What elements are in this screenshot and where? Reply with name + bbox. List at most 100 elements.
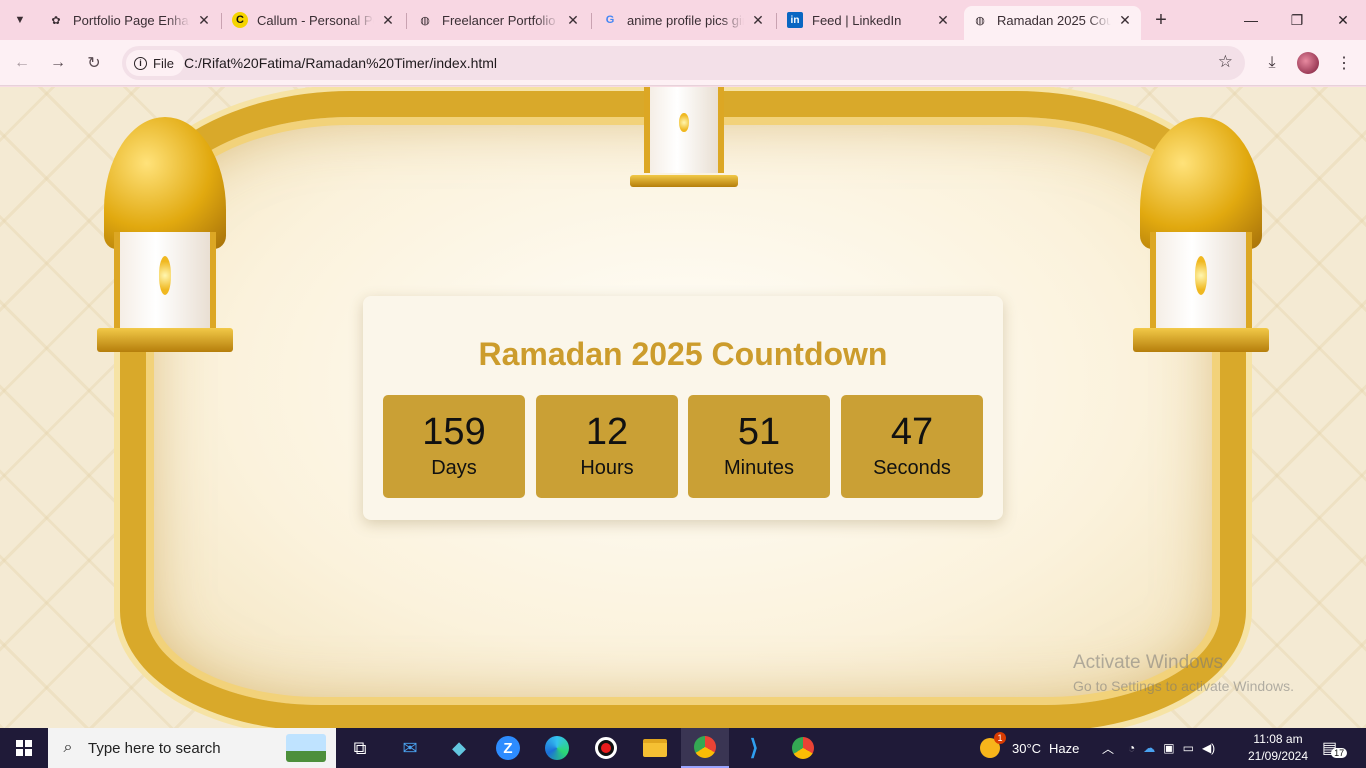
tab-linkedin[interactable]: in Feed | LinkedIn ✕ — [779, 6, 959, 34]
downloads-button[interactable]: ⤓ — [1260, 51, 1284, 75]
tab-title: Freelancer Portfolio — [442, 12, 556, 28]
tab-title: Callum - Personal Portfolio — [257, 12, 374, 28]
page-title: Ramadan 2025 Countdown — [478, 336, 888, 372]
clock[interactable]: 11:08 am 21/09/2024 — [1244, 731, 1312, 765]
new-tab-button[interactable]: + — [1150, 9, 1172, 31]
minutes-label: Minutes — [723, 457, 795, 479]
vscode-icon: ⟩ — [749, 735, 759, 760]
minimize-button[interactable]: — — [1228, 0, 1274, 40]
notification-count: 17 — [1331, 748, 1348, 758]
chevron-down-icon: ▼ — [14, 14, 26, 26]
mail-app[interactable]: ✉ — [386, 728, 434, 768]
menu-button[interactable]: ⋮ — [1332, 51, 1356, 75]
plus-icon: + — [1155, 8, 1167, 31]
battery-icon[interactable]: ▭ — [1183, 741, 1194, 755]
taskbar-search[interactable]: ⌕ Type here to search — [48, 728, 336, 768]
weather-badge: 1 — [994, 732, 1006, 744]
tab-ramadan-countdown[interactable]: ◍ Ramadan 2025 Countdown ✕ — [964, 6, 1141, 40]
tab-divider — [776, 13, 777, 29]
notification-center[interactable]: ▤ 17 — [1322, 728, 1348, 768]
tab-search-button[interactable]: ▼ — [8, 8, 32, 32]
tab-title: Portfolio Page Enhancement — [73, 12, 190, 28]
vscode-app[interactable]: ⟩ — [730, 728, 778, 768]
tab-title: anime profile pics girl — [627, 12, 744, 28]
tab-title: Feed | LinkedIn — [812, 12, 902, 28]
weather-condition: Haze — [1049, 740, 1080, 756]
mail-icon: ✉ — [402, 737, 418, 758]
tab-title: Ramadan 2025 Countdown — [997, 12, 1111, 28]
file-explorer-app[interactable] — [631, 728, 679, 768]
watermark-subtitle: Go to Settings to activate Windows. — [1073, 678, 1294, 694]
arrow-right-icon: → — [50, 54, 66, 71]
windows-logo-icon — [16, 740, 32, 756]
network-icon[interactable]: ◔ — [1128, 741, 1135, 755]
tab-google-search[interactable]: G anime profile pics girl ✕ — [594, 6, 774, 34]
tab-divider — [221, 13, 222, 29]
folder-icon — [643, 739, 667, 757]
tab-divider — [591, 13, 592, 29]
hours-value: 12 — [585, 411, 629, 453]
lantern-top-image — [630, 87, 738, 197]
app-pinned-1[interactable]: ◆ — [435, 728, 483, 768]
close-icon: ✕ — [1337, 11, 1349, 28]
tab-portfolio-enhancement[interactable]: ✿ Portfolio Page Enhancement ✕ — [40, 6, 220, 34]
countdown-minutes: 51 Minutes — [688, 395, 830, 498]
openai-icon: ✿ — [51, 14, 61, 27]
close-icon[interactable]: ✕ — [935, 12, 951, 28]
countdown-hours: 12 Hours — [536, 395, 678, 498]
countdown-card: Ramadan 2025 Countdown 159 Days 12 Hours… — [363, 296, 1003, 520]
task-view-button[interactable]: ⧉ — [336, 728, 384, 768]
days-value: 159 — [422, 411, 486, 453]
google-icon: G — [605, 14, 615, 26]
system-tray: ︿ ◔ ☁ ▣ ▭ ◀) — [1102, 728, 1215, 768]
onedrive-icon[interactable]: ☁ — [1143, 741, 1155, 755]
days-label: Days — [431, 457, 477, 479]
url-text[interactable]: C:/Rifat%20Fatima/Ramadan%20Timer/index.… — [184, 55, 497, 71]
bookmark-star-icon[interactable]: ☆ — [1218, 52, 1233, 72]
tab-strip: ▼ ✿ Portfolio Page Enhancement ✕ C Callu… — [0, 0, 1366, 40]
linkedin-icon: in — [787, 12, 803, 28]
close-window-button[interactable]: ✕ — [1320, 0, 1366, 40]
edge-icon — [545, 736, 569, 760]
recorder-app[interactable] — [582, 728, 630, 768]
reload-button[interactable]: ↻ — [82, 51, 106, 75]
zoom-icon: Z — [496, 736, 520, 760]
site-info-chip[interactable]: i File — [126, 50, 184, 76]
page-viewport: Ramadan 2025 Countdown 159 Days 12 Hours… — [0, 87, 1366, 728]
seconds-label: Seconds — [873, 457, 951, 479]
weather-widget[interactable]: 1 30°C Haze — [980, 728, 1079, 768]
close-icon[interactable]: ✕ — [1117, 12, 1133, 28]
restore-button[interactable]: ❐ — [1274, 0, 1320, 40]
close-icon[interactable]: ✕ — [750, 12, 766, 28]
task-view-icon: ⧉ — [353, 737, 367, 758]
close-icon[interactable]: ✕ — [380, 12, 396, 28]
lantern-right-image — [1132, 117, 1270, 357]
countdown-days: 159 Days — [383, 395, 525, 498]
close-icon[interactable]: ✕ — [196, 12, 212, 28]
minutes-value: 51 — [737, 411, 781, 453]
profile-avatar[interactable] — [1297, 52, 1319, 74]
globe-icon: ◍ — [975, 14, 985, 27]
edge-app[interactable] — [533, 728, 581, 768]
countdown-seconds: 47 Seconds — [841, 395, 983, 498]
close-icon[interactable]: ✕ — [565, 12, 581, 28]
forward-button[interactable]: → — [46, 51, 70, 75]
minimize-icon: — — [1244, 12, 1258, 28]
clock-date: 21/09/2024 — [1247, 749, 1309, 763]
tab-freelancer-portfolio[interactable]: ◍ Freelancer Portfolio ✕ — [409, 6, 589, 34]
download-icon: ⤓ — [1268, 54, 1276, 71]
security-icon[interactable]: ▣ — [1163, 741, 1174, 755]
zoom-app[interactable]: Z — [484, 728, 532, 768]
chrome-app-active[interactable] — [681, 728, 729, 768]
back-button[interactable]: ← — [10, 51, 34, 75]
windows-taskbar: ⌕ Type here to search ⧉ ✉ ◆ Z ⟩ 1 30°C H… — [0, 728, 1366, 768]
weather-sun-icon: 1 — [980, 732, 1006, 758]
address-bar[interactable]: i File C:/Rifat%20Fatima/Ramadan%20Timer… — [122, 46, 1245, 80]
chrome-app[interactable] — [779, 728, 827, 768]
chevron-up-icon[interactable]: ︿ — [1102, 740, 1114, 757]
start-button[interactable] — [0, 728, 48, 768]
watermark-title: Activate Windows — [1073, 652, 1223, 673]
site-info-label: File — [153, 55, 174, 71]
tab-callum-portfolio[interactable]: C Callum - Personal Portfolio ✕ — [224, 6, 404, 34]
volume-icon[interactable]: ◀) — [1202, 741, 1215, 755]
